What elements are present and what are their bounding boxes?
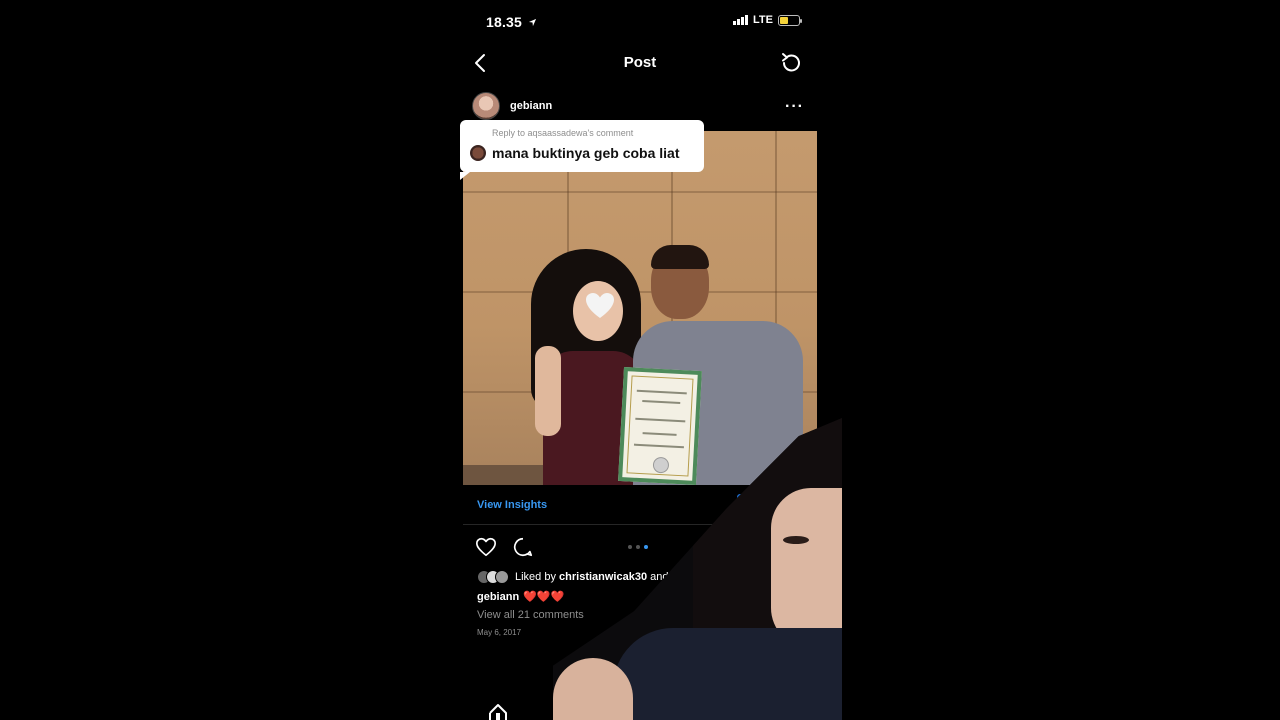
carousel-pager (628, 545, 648, 549)
status-indicators: LTE (733, 14, 802, 26)
refresh-icon[interactable] (778, 50, 804, 76)
pager-dot (636, 545, 640, 549)
comment-icon[interactable] (512, 536, 534, 558)
location-arrow-icon (529, 18, 537, 27)
caption: gebiann ❤️❤️❤️ (477, 590, 564, 603)
post-username[interactable]: gebiann (510, 100, 552, 112)
caption-username[interactable]: gebiann (477, 591, 519, 603)
post-date: May 6, 2017 (477, 628, 522, 637)
heart-sticker-icon (586, 293, 614, 318)
network-label: LTE (753, 14, 773, 26)
liked-avatars (477, 570, 509, 584)
home-icon[interactable] (488, 703, 508, 720)
signal-icon (733, 15, 749, 25)
reply-comment-bubble: Reply to aqsaassadewa's comment mana buk… (460, 120, 704, 180)
battery-icon (778, 14, 802, 26)
reply-avatar (470, 145, 486, 161)
certificate-image (618, 367, 702, 485)
more-dots-icon[interactable]: ··· (785, 98, 804, 116)
reply-text: mana buktinya geb coba liat (492, 145, 680, 161)
view-insights-link[interactable]: View Insights (477, 499, 547, 511)
caption-text: ❤️❤️❤️ (523, 591, 565, 603)
view-comments-link[interactable]: View all 21 comments (477, 609, 584, 621)
avatar[interactable] (472, 92, 500, 120)
pager-dot (628, 545, 632, 549)
reply-label: Reply to aqsaassadewa's comment (492, 128, 634, 138)
post-photo[interactable] (463, 131, 817, 485)
status-time: 18.35 (486, 14, 537, 30)
pager-dot (644, 545, 648, 549)
heart-icon[interactable] (475, 536, 497, 558)
nav-header: Post (438, 44, 842, 82)
